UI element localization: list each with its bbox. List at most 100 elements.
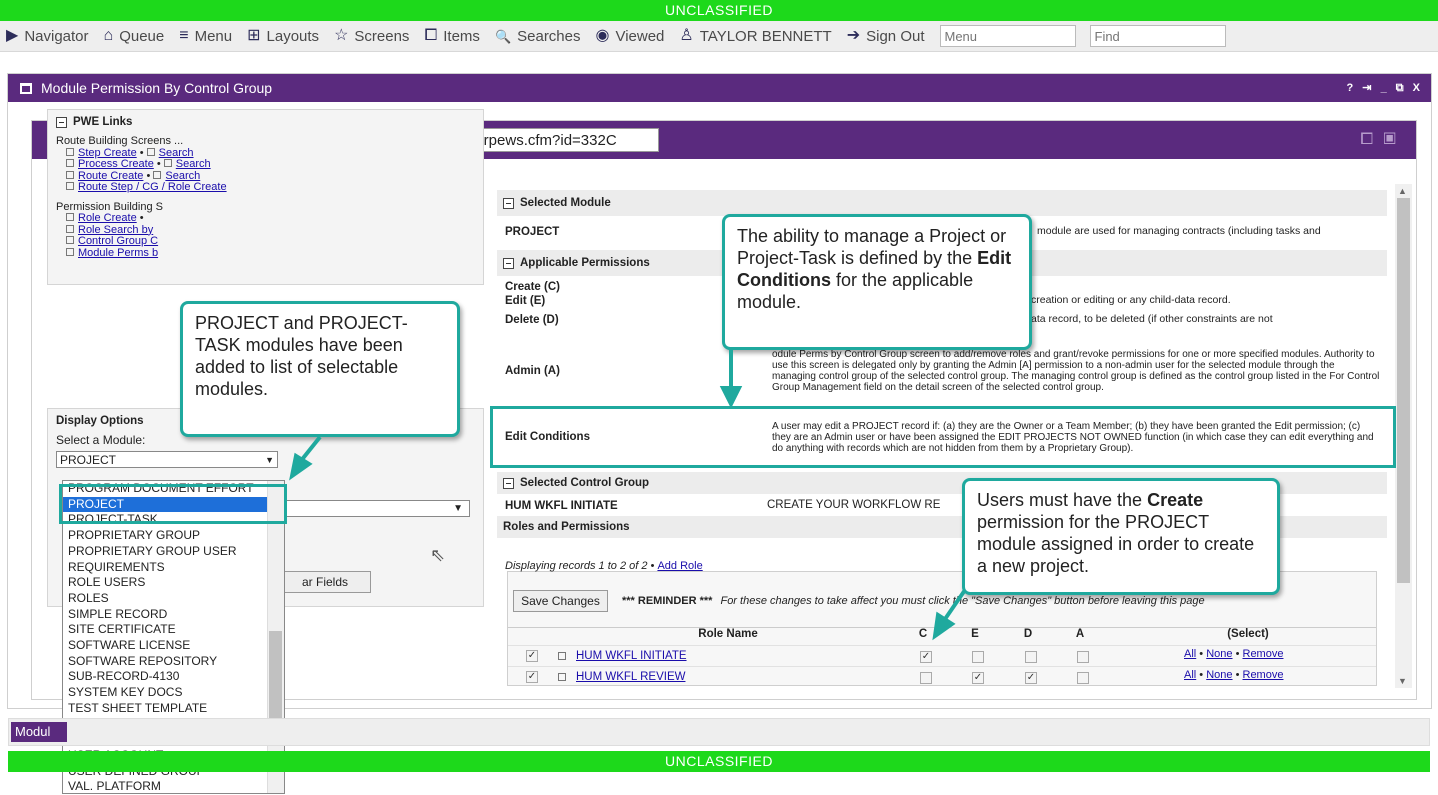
add-role-link[interactable]: Add Role [657,560,702,572]
module-select-value: PROJECT [60,452,117,467]
save-changes-button[interactable]: Save Changes [513,590,608,612]
process-search-link[interactable]: Search [176,158,211,170]
role-name-link[interactable]: HUM WKFL INITIATE [576,650,687,662]
dropdown-option[interactable]: SUB-RECORD-4130 [63,669,284,685]
nav-items[interactable]: ⧠ Items [424,28,480,45]
bullet: • [1199,669,1204,681]
module-perms-link[interactable]: Module Perms b [78,247,158,259]
pwe-links-header[interactable]: PWE Links [56,116,475,128]
perm-a-checkbox[interactable] [1077,672,1089,684]
route-create-link[interactable]: Route Create [78,170,143,182]
nav-sign-out[interactable]: ➔ Sign Out [847,28,925,45]
module-dropdown-list[interactable]: PROGRAM DOCUMENT EFFORT PROJECT PROJECT-TA… [62,480,285,794]
find-input[interactable] [1089,25,1226,47]
nav-viewed[interactable]: ◉ Viewed [596,28,665,45]
process-create-link[interactable]: Process Create [78,158,154,170]
select-all-link[interactable]: All [1184,648,1196,660]
perm-e-checkbox[interactable] [972,651,984,663]
perm-c-checkbox[interactable]: ✓ [920,651,932,663]
dropdown-option[interactable]: ROLES [63,591,284,607]
perm-a-checkbox[interactable] [1077,651,1089,663]
nav-queue[interactable]: ⌂ Queue [104,28,165,45]
bookmark-save-icons[interactable]: ⧠▣ [1360,131,1406,149]
dropdown-option[interactable]: SOFTWARE REPOSITORY [63,654,284,670]
nav-label: Menu [194,27,233,45]
select-none-link[interactable]: None [1206,648,1232,660]
create-permission-callout: Users must have the Create permission fo… [962,478,1280,595]
pwe-title: PWE Links [73,116,133,128]
dropdown-option[interactable]: PROPRIETARY GROUP [63,528,284,544]
menu-input[interactable] [939,25,1076,47]
link-icon [66,182,74,190]
bullet: • [1235,648,1240,660]
dropdown-scrollbar[interactable] [267,481,284,793]
module-name: PROJECT [505,226,560,238]
col-c: C [918,628,928,640]
remove-link[interactable]: Remove [1243,669,1284,681]
scroll-down-icon[interactable]: ▼ [1398,676,1407,686]
perm-d-checkbox[interactable] [1025,651,1037,663]
perm-c-checkbox[interactable] [920,672,932,684]
dropdown-option[interactable]: TEST SHEET TEMPLATE [63,701,284,717]
dropdown-scroll-thumb[interactable] [269,631,282,723]
inbox-icon: ⌂ [103,27,114,44]
main-scrollbar[interactable]: ▲ ▼ [1395,184,1412,688]
classification-banner-top: UNCLASSIFIED [0,0,1438,21]
clear-fields-button[interactable]: ar Fields [279,571,371,593]
role-search-link[interactable]: Role Search by [78,224,153,236]
admin-label: Admin (A) [505,365,560,377]
step-create-link[interactable]: Step Create [78,147,137,159]
dropdown-option[interactable]: SIMPLE RECORD [63,607,284,623]
second-select[interactable]: ▼ [270,500,470,517]
dropdown-arrow-icon: ▼ [265,454,274,465]
step-search-link[interactable]: Search [159,147,194,159]
nav-menu[interactable]: ≡ Menu [179,28,232,45]
bottom-tab[interactable]: Modul [11,722,67,742]
control-group-link[interactable]: Control Group C [78,235,158,247]
nav-layouts[interactable]: ⊞ Layouts [247,28,319,45]
nav-user[interactable]: ♙ TAYLOR BENNETT [679,28,831,45]
module-select[interactable]: PROJECT ▼ [56,451,278,468]
collapse-icon[interactable] [503,477,514,489]
select-all-link[interactable]: All [1184,669,1196,681]
dropdown-option[interactable]: PROPRIETARY GROUP USER [63,544,284,560]
dropdown-option[interactable]: SOFTWARE LICENSE [63,638,284,654]
admin-description: odule Perms by Control Group screen to a… [772,349,1380,393]
collapse-icon[interactable] [503,257,514,269]
col-e: E [971,628,979,640]
remove-link[interactable]: Remove [1243,648,1284,660]
nav-screens[interactable]: ☆ Screens [334,28,409,45]
row-select-checkbox[interactable]: ✓ [526,650,538,662]
nav-searches[interactable]: 🔍 Searches [495,28,581,45]
callout-bold: Create [1147,490,1204,510]
select-none-link[interactable]: None [1206,669,1232,681]
callout-text: Users must have the [977,490,1148,510]
scroll-up-icon[interactable]: ▲ [1398,186,1407,196]
dropdown-option[interactable]: REQUIREMENTS [63,560,284,576]
col-a: A [1075,628,1085,640]
dropdown-option[interactable]: SYSTEM KEY DOCS [63,685,284,701]
perm-e-checkbox[interactable]: ✓ [972,672,984,684]
row-actions: All • None • Remove [1184,669,1283,681]
perm-d-checkbox[interactable]: ✓ [1025,672,1037,684]
route-step-link[interactable]: Route Step / CG / Role Create [78,181,227,193]
selected-module-header[interactable]: Selected Module [497,190,1387,216]
link-icon [153,170,162,179]
dropdown-option[interactable]: SITE CERTIFICATE [63,622,284,638]
collapse-icon[interactable] [503,197,514,209]
edit-conditions-callout: The ability to manage a Project or Proje… [722,214,1032,350]
main-scroll-thumb[interactable] [1397,198,1410,583]
window-controls[interactable]: ? ⇥ _ ⧉ X [1347,81,1423,95]
link-icon [558,673,566,681]
role-name-link[interactable]: HUM WKFL REVIEW [576,671,685,683]
row-select-checkbox[interactable]: ✓ [526,671,538,683]
collapse-icon[interactable] [56,116,67,128]
selected-module-title: Selected Module [520,197,611,209]
play-icon: ▶ [6,27,19,44]
dropdown-option[interactable]: VAL. PLATFORM [63,779,284,793]
role-create-link[interactable]: Role Create [78,212,137,224]
nav-navigator[interactable]: ▶ Navigator [6,28,89,45]
dropdown-option[interactable]: ROLE USERS [63,575,284,591]
route-search-link[interactable]: Search [165,170,200,182]
nav-label: Searches [517,27,581,45]
